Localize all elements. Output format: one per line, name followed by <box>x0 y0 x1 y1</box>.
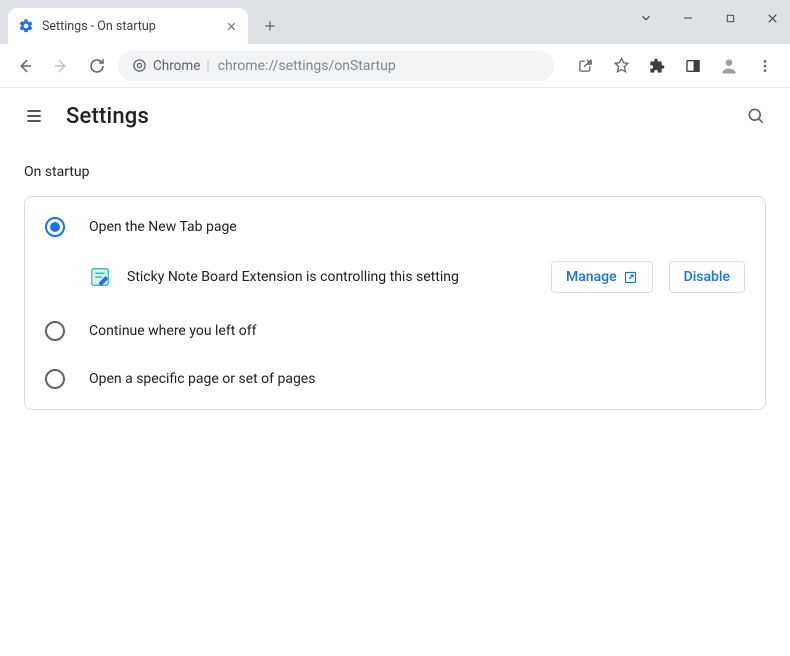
bookmark-icon[interactable] <box>606 51 636 81</box>
reload-button[interactable] <box>82 51 112 81</box>
option-specific[interactable]: Open a specific page or set of pages <box>25 355 765 403</box>
address-bar[interactable]: Chrome | chrome://settings/onStartup <box>118 51 554 81</box>
extensions-icon[interactable] <box>642 51 672 81</box>
minimize-button[interactable] <box>676 6 700 30</box>
toolbar: Chrome | chrome://settings/onStartup <box>0 44 790 88</box>
new-tab-button[interactable] <box>256 12 284 40</box>
radio-selected[interactable] <box>45 217 65 237</box>
chevron-down-icon[interactable] <box>634 6 658 30</box>
omnibox-divider: | <box>206 58 209 74</box>
page-title: Settings <box>66 104 149 129</box>
close-tab-icon[interactable] <box>224 19 238 33</box>
share-icon[interactable] <box>570 51 600 81</box>
page-header: Settings <box>0 88 790 144</box>
browser-tab[interactable]: Settings - On startup <box>8 8 248 44</box>
window-titlebar: Settings - On startup <box>0 0 790 44</box>
window-controls <box>634 6 784 30</box>
option-label: Continue where you left off <box>89 323 257 339</box>
startup-card: Open the New Tab page Sticky Note Board … <box>24 196 766 410</box>
extension-notice-row: Sticky Note Board Extension is controlli… <box>25 251 765 307</box>
radio-unselected[interactable] <box>45 369 65 389</box>
disable-label: Disable <box>684 269 730 285</box>
settings-content: On startup Open the New Tab page Sticky … <box>0 144 790 410</box>
toolbar-right <box>570 51 780 81</box>
option-label: Open the New Tab page <box>89 219 237 235</box>
site-info[interactable]: Chrome | <box>132 58 210 74</box>
extension-notice-text: Sticky Note Board Extension is controlli… <box>127 269 535 285</box>
note-icon <box>89 266 111 288</box>
manage-label: Manage <box>566 269 617 285</box>
option-continue[interactable]: Continue where you left off <box>25 307 765 355</box>
option-label: Open a specific page or set of pages <box>89 371 315 387</box>
radio-unselected[interactable] <box>45 321 65 341</box>
manage-button[interactable]: Manage <box>551 261 653 293</box>
side-panel-icon[interactable] <box>678 51 708 81</box>
site-security-label: Chrome <box>153 58 200 74</box>
tab-title: Settings - On startup <box>42 19 216 34</box>
section-heading: On startup <box>24 164 766 180</box>
forward-button[interactable] <box>46 51 76 81</box>
maximize-button[interactable] <box>718 6 742 30</box>
option-new-tab[interactable]: Open the New Tab page <box>25 203 765 251</box>
external-link-icon <box>623 270 638 285</box>
disable-button[interactable]: Disable <box>669 261 745 293</box>
search-button[interactable] <box>742 102 770 130</box>
url-text: chrome://settings/onStartup <box>218 58 396 74</box>
profile-avatar[interactable] <box>714 51 744 81</box>
close-window-button[interactable] <box>760 6 784 30</box>
search-icon <box>746 106 766 126</box>
menu-icon[interactable] <box>750 51 780 81</box>
back-button[interactable] <box>10 51 40 81</box>
chrome-logo-icon <box>132 58 147 73</box>
gear-icon <box>18 18 34 34</box>
menu-toggle[interactable] <box>20 102 48 130</box>
